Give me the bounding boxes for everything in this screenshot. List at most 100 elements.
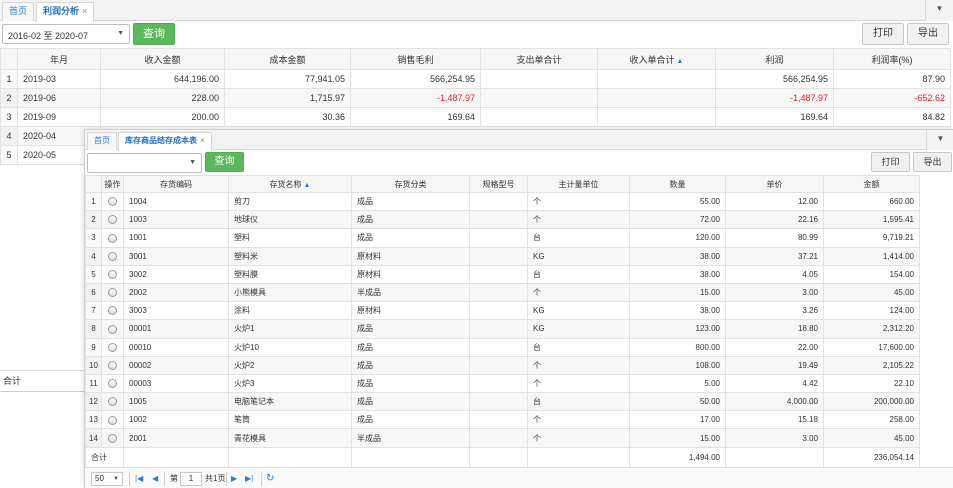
table-row[interactable]: 1 2019-03 644,196.00 77,941.05 566,254.9… bbox=[0, 69, 951, 89]
header-category[interactable]: 存货分类 bbox=[351, 175, 470, 193]
header-index bbox=[0, 48, 18, 70]
header-action[interactable]: 操作 bbox=[101, 175, 124, 193]
tab-profit-analysis[interactable]: 利润分析 × bbox=[36, 2, 95, 22]
table-row[interactable]: 1 1004 剪刀 成品 个 55.00 12.00 660.00 bbox=[85, 191, 920, 212]
cell-month: 2019-09 bbox=[17, 107, 101, 127]
table-row[interactable]: 10 00002 火炉2 成品 个 108.00 19.49 2,105.22 bbox=[85, 355, 920, 375]
header-cost[interactable]: 成本金额 bbox=[224, 48, 351, 70]
row-select-radio-icon[interactable] bbox=[108, 251, 117, 261]
inventory-select[interactable]: ▼ bbox=[87, 153, 202, 173]
row-select-radio-icon[interactable] bbox=[108, 270, 117, 280]
cell-income bbox=[597, 107, 716, 127]
table-row[interactable]: 6 2002 小熊模具 半成品 个 15.00 3.00 45.00 bbox=[85, 282, 920, 303]
next-page-icon[interactable]: ▶ bbox=[231, 472, 237, 486]
table-row[interactable]: 5 3002 塑料膜 原材料 台 38.00 4.05 154.00 bbox=[85, 264, 920, 284]
total-empty bbox=[351, 446, 470, 468]
table-row[interactable]: 4 3001 塑料米 原材料 KG 38.00 37.21 1,414.00 bbox=[85, 246, 920, 266]
table-row[interactable]: 3 2019-09 200.00 30.36 169.64 169.64 84.… bbox=[0, 107, 951, 127]
cell-code: 00003 bbox=[123, 373, 229, 394]
row-select-radio-icon[interactable] bbox=[108, 397, 117, 407]
cell-profit: 169.64 bbox=[715, 107, 834, 127]
row-select-radio-icon[interactable] bbox=[108, 360, 117, 370]
cell-gross: -1,487.97 bbox=[350, 88, 481, 108]
cell-name: 地球仪 bbox=[228, 210, 352, 230]
header-price[interactable]: 单价 bbox=[725, 175, 824, 193]
profit-query-button[interactable]: 查询 bbox=[133, 23, 175, 45]
cell-name: 塑料米 bbox=[228, 246, 352, 266]
profit-export-button[interactable]: 导出 bbox=[907, 23, 949, 45]
header-profit[interactable]: 利润 bbox=[715, 48, 834, 70]
row-select-radio-icon[interactable] bbox=[108, 433, 117, 443]
page-size-select[interactable]: 50 ▼ bbox=[91, 472, 123, 486]
cell-amount: 45.00 bbox=[823, 282, 920, 303]
tab-home-label: 首页 bbox=[9, 6, 28, 16]
row-select-radio-icon[interactable] bbox=[108, 324, 117, 334]
row-select-radio-icon[interactable] bbox=[108, 415, 117, 425]
cell-name: 火炉2 bbox=[228, 355, 352, 375]
cell-unit: 台 bbox=[527, 264, 630, 284]
tab-home[interactable]: 首页 bbox=[87, 132, 117, 150]
cell-quantity: 50.00 bbox=[629, 392, 726, 412]
row-index: 3 bbox=[0, 107, 18, 127]
inventory-export-button[interactable]: 导出 bbox=[913, 152, 952, 172]
prev-page-icon[interactable]: ◀ bbox=[152, 472, 158, 486]
cell-expense bbox=[480, 107, 598, 127]
close-icon[interactable]: × bbox=[82, 6, 87, 16]
table-row[interactable]: 13 1002 笔筒 成品 个 17.00 15.18 258.00 bbox=[85, 410, 920, 430]
tab-home[interactable]: 首页 bbox=[2, 2, 35, 21]
tab-inventory-cost[interactable]: 库存商品结存成本表 × bbox=[118, 132, 212, 151]
close-icon[interactable]: × bbox=[200, 136, 205, 145]
header-expense[interactable]: 支出单合计 bbox=[480, 48, 598, 70]
table-row[interactable]: 9 00010 火炉10 成品 台 800.00 22.00 17,600.00 bbox=[85, 337, 920, 357]
header-code[interactable]: 存货编码 bbox=[123, 175, 229, 193]
cell-revenue: 200.00 bbox=[100, 107, 225, 127]
header-spec[interactable]: 规格型号 bbox=[469, 175, 528, 193]
cell-spec bbox=[469, 319, 528, 339]
header-rate[interactable]: 利润率(%) bbox=[833, 48, 951, 70]
table-row[interactable]: 2 1003 地球仪 成品 个 72.00 22.16 1,595.41 bbox=[85, 210, 920, 230]
row-select-radio-icon[interactable] bbox=[108, 288, 117, 298]
first-page-icon[interactable]: |◀ bbox=[135, 472, 143, 486]
cell-amount: 1,414.00 bbox=[823, 246, 920, 266]
cell-category: 成品 bbox=[351, 373, 470, 394]
cell-quantity: 55.00 bbox=[629, 191, 726, 212]
tab-dropdown-chevron-down-icon[interactable]: ▼ bbox=[925, 0, 953, 21]
row-index: 2 bbox=[85, 210, 102, 230]
row-select-radio-icon[interactable] bbox=[108, 215, 117, 225]
refresh-icon[interactable]: ↻ bbox=[266, 472, 274, 486]
row-select-radio-icon[interactable] bbox=[108, 306, 117, 316]
header-revenue[interactable]: 收入金额 bbox=[100, 48, 225, 70]
date-range-select[interactable]: 2016-02 至 2020-07 ▼ bbox=[2, 24, 130, 44]
header-month[interactable]: 年月 bbox=[17, 48, 101, 70]
inventory-print-button[interactable]: 打印 bbox=[871, 152, 910, 172]
header-quantity[interactable]: 数量 bbox=[629, 175, 726, 193]
cell-amount: 154.00 bbox=[823, 264, 920, 284]
header-gross[interactable]: 销售毛利 bbox=[350, 48, 481, 70]
header-unit[interactable]: 主计量单位 bbox=[527, 175, 630, 193]
table-row[interactable]: 2 2019-06 228.00 1,715.97 -1,487.97 -1,4… bbox=[0, 88, 951, 108]
inventory-query-button[interactable]: 查询 bbox=[205, 152, 244, 172]
header-income[interactable]: 收入单合计 ▲ bbox=[597, 48, 716, 70]
row-select-radio-icon[interactable] bbox=[108, 379, 117, 389]
table-row[interactable]: 7 3003 涂料 原材料 KG 38.00 3.26 124.00 bbox=[85, 301, 920, 321]
cell-unit: 个 bbox=[527, 355, 630, 375]
last-page-icon[interactable]: ▶| bbox=[245, 472, 253, 486]
profit-print-button[interactable]: 打印 bbox=[862, 23, 904, 45]
table-row[interactable]: 3 1001 塑料 成品 台 120.00 80.99 9,719.21 bbox=[85, 228, 920, 248]
row-select-radio-icon[interactable] bbox=[108, 342, 117, 352]
cell-action bbox=[101, 301, 124, 321]
tab-dropdown-chevron-down-icon[interactable]: ▼ bbox=[926, 130, 953, 150]
header-income-label: 收入单合计 bbox=[629, 54, 675, 65]
table-row[interactable]: 14 2001 青花模具 半成品 个 15.00 3.00 45.00 bbox=[85, 428, 920, 448]
table-row[interactable]: 8 00001 火炉1 成品 KG 123.00 18.80 2,312.20 bbox=[85, 319, 920, 339]
table-row[interactable]: 11 00003 火炉3 成品 个 5.00 4.42 22.10 bbox=[85, 373, 920, 394]
header-name[interactable]: 存货名称 ▲ bbox=[228, 175, 352, 193]
cell-unit: KG bbox=[527, 246, 630, 266]
row-select-radio-icon[interactable] bbox=[108, 233, 117, 243]
table-row[interactable]: 12 1005 电脑笔记本 成品 台 50.00 4,000.00 200,000.00 bbox=[85, 392, 920, 412]
row-select-radio-icon[interactable] bbox=[108, 197, 117, 207]
header-amount[interactable]: 金额 bbox=[823, 175, 920, 193]
page-number-input[interactable]: 1 bbox=[180, 472, 202, 486]
cell-name: 青花模具 bbox=[228, 428, 352, 448]
cell-quantity: 120.00 bbox=[629, 228, 726, 248]
